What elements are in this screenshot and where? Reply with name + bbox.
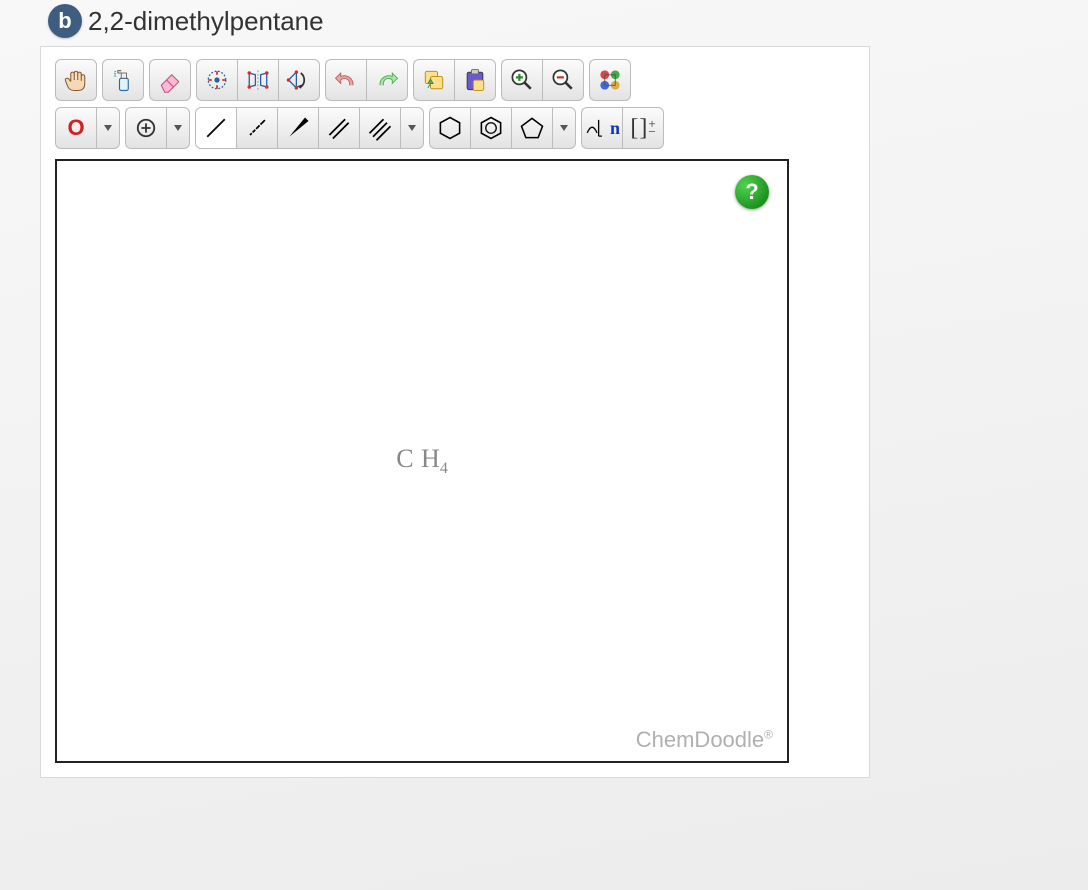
erase-tool[interactable] [149, 59, 191, 101]
undo-button[interactable] [325, 59, 366, 101]
default-molecule-label[interactable]: C H4 [396, 444, 448, 478]
question-mark-icon: ? [745, 179, 758, 205]
increase-charge-tool[interactable] [125, 107, 166, 149]
sketcher-panel: O [40, 46, 870, 778]
hexagon-icon [436, 114, 464, 142]
pentagon-icon [518, 114, 546, 142]
paste-button[interactable] [454, 59, 496, 101]
rotate-icon [285, 66, 313, 94]
mirror-tool[interactable] [237, 59, 278, 101]
formula-H: H [421, 444, 440, 473]
charge-dropdown[interactable] [166, 107, 190, 149]
recessed-bond-tool[interactable] [236, 107, 277, 149]
help-button[interactable]: ? [735, 175, 769, 209]
part-letter-badge: b [48, 4, 82, 38]
brand-text: ChemDoodle [636, 727, 764, 752]
benzene-icon [477, 114, 505, 142]
zoom-out-button[interactable] [542, 59, 584, 101]
compound-name: 2,2-dimethylpentane [88, 6, 324, 37]
molecule-template-icon [596, 66, 624, 94]
zoom-in-icon [508, 66, 536, 94]
question-heading: b 2,2-dimethylpentane [48, 4, 1048, 38]
element-picker-dropdown[interactable] [96, 107, 120, 149]
brand-label: ChemDoodle® [636, 727, 773, 753]
undo-icon [332, 66, 360, 94]
dashed-wedge-icon [243, 114, 271, 142]
formula-C: C [396, 444, 413, 473]
redo-icon [373, 66, 401, 94]
chevron-down-icon [174, 125, 182, 131]
zoom-out-icon [549, 66, 577, 94]
drawing-canvas[interactable]: ? C H4 ChemDoodle® [55, 159, 789, 763]
repeat-unit-icon [584, 115, 610, 141]
element-picker[interactable]: O [55, 107, 96, 149]
bracket-charge-icon: [ ] +− [630, 115, 655, 142]
double-bond-icon [325, 114, 353, 142]
brand-reg: ® [764, 728, 773, 742]
triple-bond-icon [366, 114, 394, 142]
redo-button[interactable] [366, 59, 408, 101]
charge-bracket-tool[interactable]: [ ] +− [622, 107, 664, 149]
center-icon [203, 66, 231, 94]
mirror-icon [244, 66, 272, 94]
toolbar-row-2: O [55, 107, 855, 149]
cyclohexane-tool[interactable] [429, 107, 470, 149]
ring-dropdown[interactable] [552, 107, 576, 149]
toolbar-row-1 [55, 59, 855, 101]
wedge-bond-tool[interactable] [277, 107, 318, 149]
copy-button[interactable] [413, 59, 454, 101]
repeat-unit-tool[interactable]: n [581, 107, 622, 149]
formula-sub: 4 [440, 460, 448, 477]
chevron-down-icon [408, 125, 416, 131]
templates-button[interactable] [589, 59, 631, 101]
plus-circle-icon [135, 117, 157, 139]
hand-icon [62, 66, 90, 94]
repeat-n-label: n [610, 118, 620, 139]
single-bond-icon [202, 114, 230, 142]
bond-dropdown[interactable] [400, 107, 424, 149]
rotate-tool[interactable] [278, 59, 320, 101]
single-bond-tool[interactable] [195, 107, 236, 149]
chevron-down-icon [560, 125, 568, 131]
move-tool[interactable] [55, 59, 97, 101]
clear-tool[interactable] [102, 59, 144, 101]
element-symbol: O [67, 115, 84, 141]
zoom-in-button[interactable] [501, 59, 542, 101]
benzene-tool[interactable] [470, 107, 511, 149]
eraser-icon [156, 66, 184, 94]
spray-bottle-icon [109, 66, 137, 94]
double-bond-tool[interactable] [318, 107, 359, 149]
wedge-icon [284, 114, 312, 142]
triple-bond-tool[interactable] [359, 107, 400, 149]
chevron-down-icon [104, 125, 112, 131]
center-tool[interactable] [196, 59, 237, 101]
cyclopentane-tool[interactable] [511, 107, 552, 149]
paste-icon [461, 66, 489, 94]
copy-icon [420, 66, 448, 94]
